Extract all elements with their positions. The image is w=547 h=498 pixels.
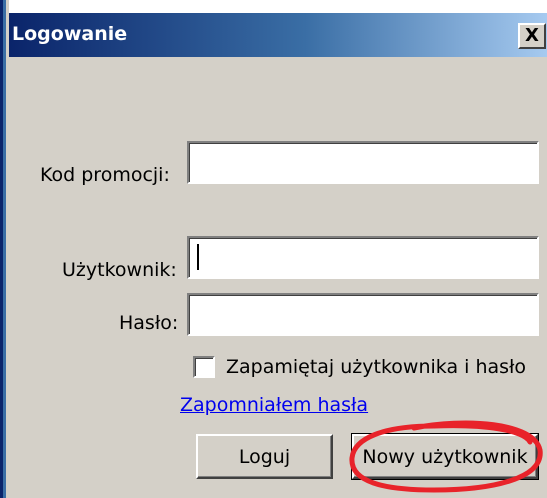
new-user-button-label: Nowy użytkownik <box>362 445 528 468</box>
forgot-password-link[interactable]: Zapomniałem hasła <box>180 394 368 416</box>
promo-code-label: Kod promocji: <box>40 164 170 186</box>
close-icon: X <box>525 25 539 46</box>
password-input[interactable] <box>187 293 539 336</box>
username-input[interactable] <box>187 236 539 279</box>
password-label: Hasło: <box>119 312 179 334</box>
login-button[interactable]: Loguj <box>196 434 333 479</box>
window-title: Logowanie <box>12 23 128 45</box>
text-caret <box>197 244 199 270</box>
window-edge <box>0 0 9 498</box>
close-button[interactable]: X <box>518 23 546 49</box>
remember-checkbox[interactable] <box>193 356 215 378</box>
title-bar[interactable]: Logowanie X <box>9 13 547 57</box>
remember-checkbox-label[interactable]: Zapamiętaj użytkownika i hasło <box>226 356 526 378</box>
username-label: Użytkownik: <box>62 259 177 281</box>
new-user-button[interactable]: Nowy użytkownik <box>351 433 539 480</box>
login-window: Logowanie X Kod promocji: Użytkownik: Ha… <box>0 0 547 498</box>
promo-code-input[interactable] <box>187 141 539 184</box>
login-button-label: Loguj <box>238 445 291 468</box>
